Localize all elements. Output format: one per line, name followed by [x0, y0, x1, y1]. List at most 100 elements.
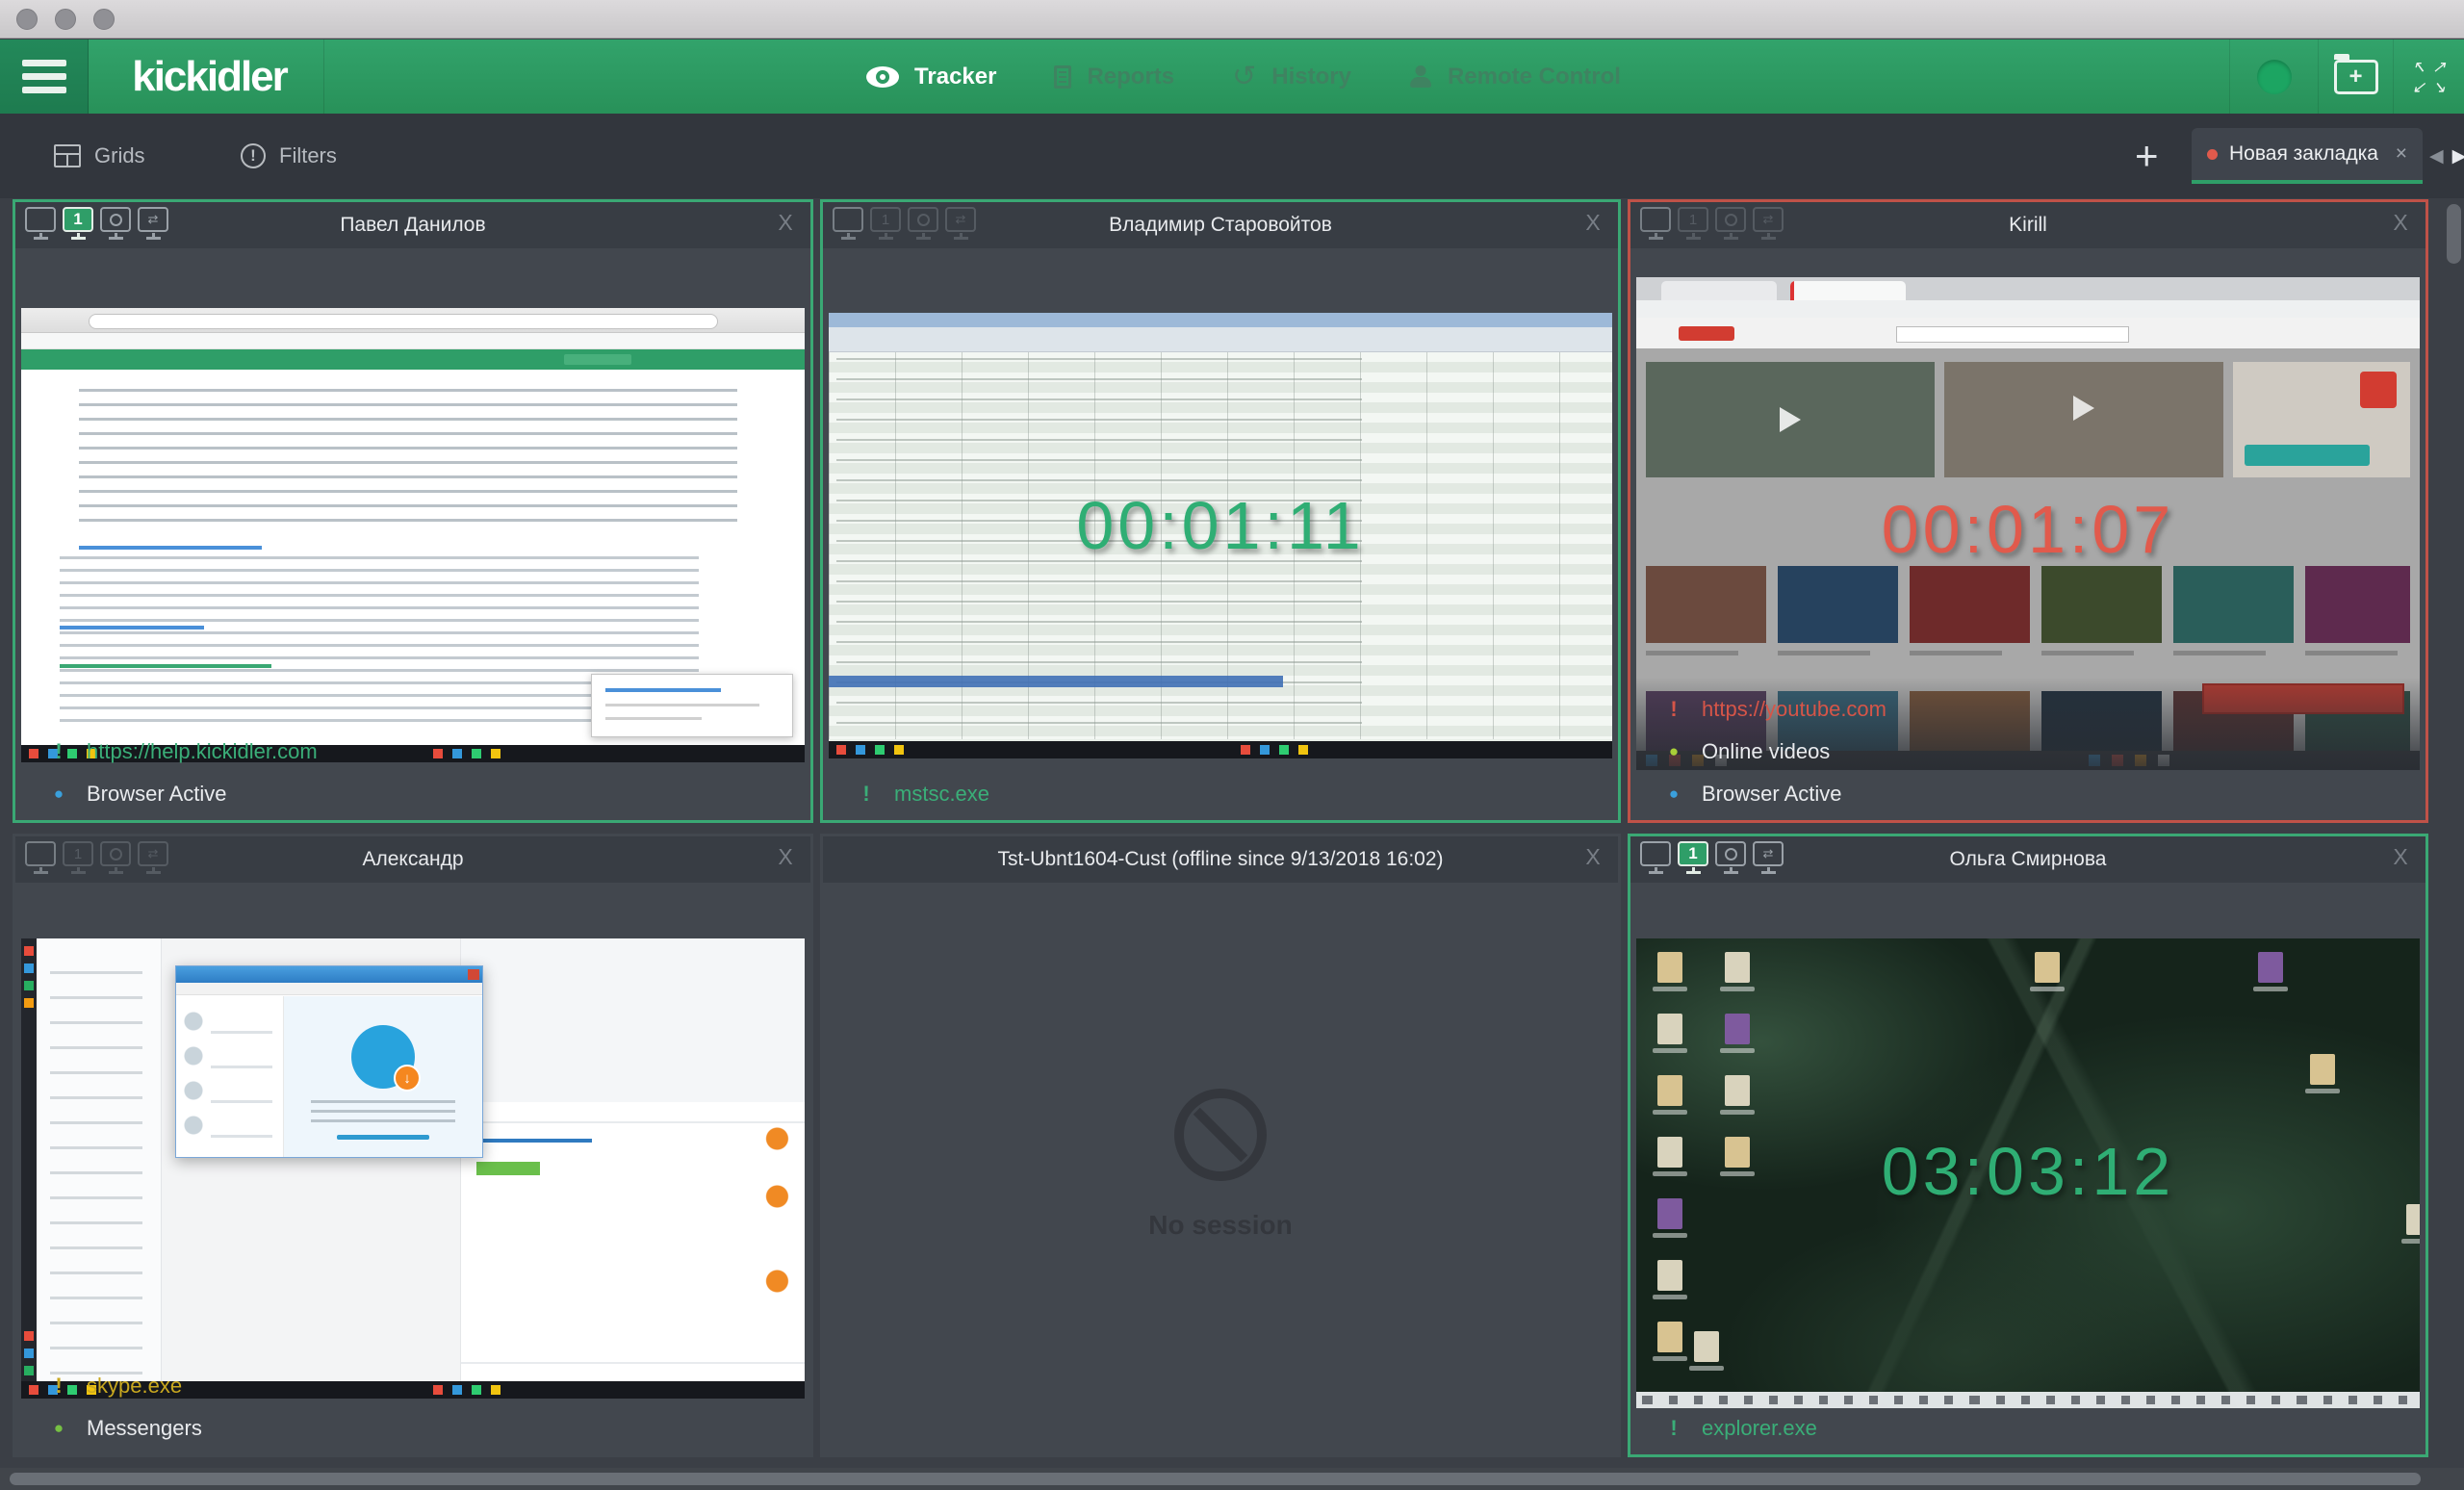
thumb-video-player — [1944, 362, 2223, 477]
monitor-icon[interactable] — [833, 207, 863, 244]
tab-new-bookmark[interactable]: Новая закладка × — [2192, 128, 2423, 184]
status-row: ! explorer.exe — [1646, 1410, 2410, 1447]
monitor-1-icon[interactable]: 1 — [870, 207, 901, 244]
active-url: https://help.kickidler.com — [87, 739, 318, 764]
camera-icon[interactable] — [908, 207, 938, 244]
thumb-desktop-icon — [2258, 952, 2283, 983]
tab-scroll-left-icon[interactable]: ◀ — [2429, 145, 2444, 167]
status-block: ! https://help.kickidler.com ● Browser A… — [31, 733, 795, 812]
monitor-1-icon[interactable]: 1 — [63, 207, 93, 244]
employee-name: Tst-Ubnt1604-Cust (offline since 9/13/20… — [823, 848, 1618, 871]
monitor-icon[interactable] — [25, 207, 56, 244]
close-icon[interactable]: X — [1579, 844, 1606, 870]
monitor-1-icon[interactable]: 1 — [1678, 841, 1708, 878]
fullscreen-icon[interactable]: ↖↗↙↘ — [2411, 59, 2448, 95]
camera-icon[interactable] — [1715, 841, 1746, 878]
employee-tile-vladimir-starovoitov[interactable]: Владимир Старовойтов X 1 ⇄ 00:01:11 ! ms… — [820, 199, 1621, 823]
header-right-actions: + ↖↗↙↘ — [2229, 39, 2464, 114]
close-icon[interactable]: X — [772, 844, 799, 870]
employee-tile-pavel-danilov[interactable]: Павел Данилов X 1 ⇄ ! https://help.kicki… — [13, 199, 813, 823]
category-dot-icon: ● — [31, 784, 87, 804]
status-row: ! mstsc.exe — [838, 776, 1603, 812]
thumb-link-line — [79, 546, 262, 550]
switch-screen-icon[interactable]: ⇄ — [138, 207, 168, 244]
filters-button[interactable]: ! Filters — [241, 114, 337, 198]
thumb-address-bar — [1636, 300, 2420, 318]
thumb-youtube-header — [1636, 318, 2420, 348]
employee-tile-tst-ubnt-offline[interactable]: Tst-Ubnt1604-Cust (offline since 9/13/20… — [820, 834, 1621, 1457]
grids-button[interactable]: Grids — [54, 114, 145, 198]
thumb-selected-row — [829, 676, 1283, 687]
switch-screen-icon[interactable]: ⇄ — [1753, 207, 1784, 244]
view-mode-icons: 1 ⇄ — [25, 207, 168, 244]
vertical-scrollbar[interactable] — [2447, 204, 2461, 1461]
thumb-window-title — [829, 313, 1612, 327]
close-icon[interactable]: X — [2387, 210, 2414, 236]
screen-thumbnail[interactable] — [21, 938, 805, 1399]
thumb-desktop-icon — [1657, 1322, 1682, 1352]
active-app: mstsc.exe — [894, 782, 989, 807]
employee-tile-olga-smirnova[interactable]: Ольга Смирнова X 1 ⇄ 03:03:12 ! explorer… — [1628, 834, 2428, 1457]
employee-tile-alexandr[interactable]: Александр X 1 ⇄ ! skype.exe ● — [13, 834, 813, 1457]
thumb-update-link — [337, 1135, 429, 1140]
active-app: skype.exe — [87, 1374, 182, 1399]
thumb-side-panel — [37, 938, 162, 1383]
window-minimize-button[interactable] — [55, 9, 76, 30]
nav-tracker[interactable]: Tracker — [866, 64, 996, 90]
hamburger-menu-button[interactable] — [0, 39, 89, 114]
tab-scroll-right-icon[interactable]: ▶ — [2452, 145, 2464, 167]
screen-thumbnail[interactable] — [21, 308, 805, 762]
switch-screen-icon[interactable]: ⇄ — [138, 841, 168, 878]
camera-icon[interactable] — [1715, 207, 1746, 244]
window-close-button[interactable] — [16, 9, 38, 30]
status-block: ! mstsc.exe — [838, 776, 1603, 812]
thumb-highlight-line — [60, 664, 271, 668]
monitor-icon[interactable] — [1640, 207, 1671, 244]
grid-icon — [54, 144, 81, 167]
status-block: ! explorer.exe — [1646, 1410, 2410, 1447]
filter-warning-icon: ! — [241, 143, 266, 168]
camera-icon[interactable] — [100, 841, 131, 878]
camera-icon[interactable] — [100, 207, 131, 244]
thumb-skype-menu — [176, 983, 482, 995]
thumb-video-row — [1646, 566, 2410, 643]
active-app: explorer.exe — [1702, 1416, 1817, 1441]
switch-screen-icon[interactable]: ⇄ — [1753, 841, 1784, 878]
window-zoom-button[interactable] — [93, 9, 115, 30]
vertical-scrollbar-thumb[interactable] — [2447, 204, 2461, 264]
horizontal-scrollbar-thumb[interactable] — [10, 1473, 2421, 1485]
add-tab-button[interactable]: + — [2135, 114, 2159, 198]
nav-reports[interactable]: Reports — [1054, 64, 1174, 90]
status-row: ! https://help.kickidler.com — [31, 733, 795, 770]
horizontal-scrollbar[interactable] — [0, 1468, 2464, 1490]
alert-icon: ! — [1646, 1416, 1702, 1441]
view-mode-icons: 1 ⇄ — [25, 841, 168, 878]
monitor-icon[interactable] — [1640, 841, 1671, 878]
nav-history[interactable]: ↺ History — [1232, 64, 1351, 90]
alert-icon: ! — [838, 782, 894, 807]
connection-status — [2229, 39, 2318, 114]
add-window-icon[interactable]: + — [2334, 60, 2378, 94]
monitor-icon[interactable] — [25, 841, 56, 878]
main-nav: Tracker Reports ↺ History Remote Control — [866, 39, 1621, 114]
switch-screen-icon[interactable]: ⇄ — [945, 207, 976, 244]
close-icon[interactable]: X — [772, 210, 799, 236]
thumb-bookmark-rail — [21, 938, 37, 1383]
category-dot-icon: ● — [1646, 784, 1702, 804]
monitor-1-icon[interactable]: 1 — [63, 841, 93, 878]
thumb-menu-bar — [21, 333, 805, 349]
employee-tile-kirill[interactable]: Kirill X 1 ⇄ 00:01:07 ! https://youtube.… — [1628, 199, 2428, 823]
status-row: ● Browser Active — [1646, 776, 2410, 812]
monitor-1-icon[interactable]: 1 — [1678, 207, 1708, 244]
thumb-text-lines — [79, 389, 737, 533]
tracker-toolbar: Grids ! Filters + Новая закладка × ◀ ▶ — [0, 114, 2464, 198]
alert-icon: ! — [31, 739, 87, 764]
tab-close-icon[interactable]: × — [2396, 142, 2407, 166]
category-dot-icon: ● — [31, 1419, 87, 1438]
thumb-ribbon — [829, 327, 1612, 352]
activity-category: Browser Active — [1702, 782, 1842, 807]
close-icon[interactable]: X — [2387, 844, 2414, 870]
close-icon[interactable]: X — [1579, 210, 1606, 236]
app-header: kickidler Tracker Reports ↺ History Remo… — [0, 39, 2464, 114]
nav-remote-control[interactable]: Remote Control — [1409, 64, 1621, 90]
